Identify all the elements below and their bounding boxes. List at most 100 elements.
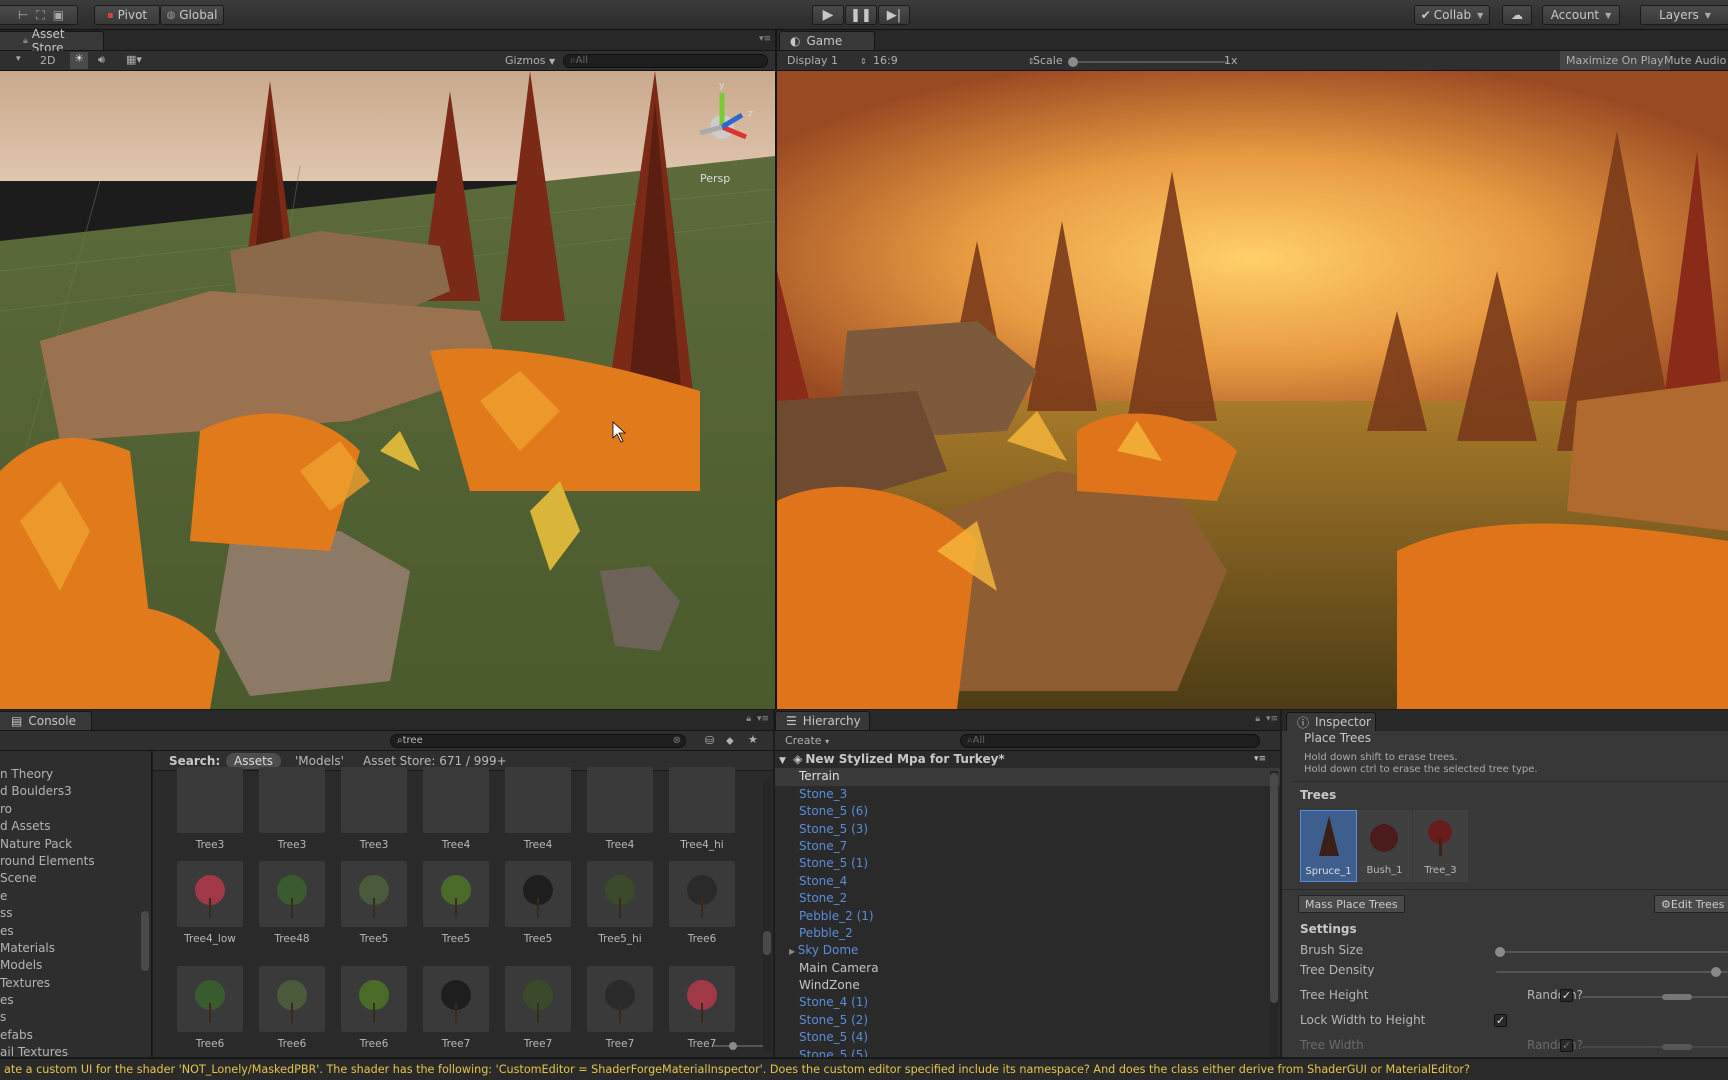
asset-item[interactable]: Tree7 — [423, 966, 489, 1050]
hierarchy-item[interactable]: Stone_4 — [775, 873, 1280, 890]
asset-item[interactable]: Tree5 — [341, 861, 407, 945]
scene-header-row[interactable]: ▼ ◈ New Stylized Mpa for Turkey* ▾≡ — [775, 751, 1280, 768]
folder-item[interactable]: es — [0, 992, 151, 1009]
asset-item[interactable]: Tree48 — [259, 861, 325, 945]
folder-item[interactable]: Textures — [0, 975, 151, 992]
hierarchy-item[interactable]: Stone_5 (1) — [775, 855, 1280, 872]
hierarchy-scrollbar-track[interactable] — [1270, 771, 1278, 1057]
scale-slider[interactable] — [1068, 57, 1228, 67]
persp-label[interactable]: Persp — [700, 172, 730, 185]
folder-item[interactable]: e — [0, 888, 151, 905]
view-splitter[interactable] — [775, 30, 777, 710]
filter-label-icon[interactable]: ⬥ — [726, 734, 734, 748]
scene-view[interactable]: y z Persp — [0, 71, 775, 709]
hierarchy-item[interactable]: ▶ Sky Dome — [775, 942, 1280, 959]
panel-menu-icon[interactable]: ▾≡ — [757, 714, 769, 724]
asset-item[interactable]: Tree3 — [259, 767, 325, 851]
thumbnail-size-slider[interactable] — [713, 1042, 763, 1050]
tree-type-tree3[interactable]: Tree_3 — [1413, 810, 1468, 882]
folder-item[interactable]: s — [0, 1009, 151, 1026]
asset-scrollbar-thumb[interactable] — [763, 931, 771, 955]
filter-models-button[interactable]: 'Models' — [295, 754, 344, 768]
expand-arrow-icon[interactable]: ▶ — [789, 947, 798, 956]
edit-trees-button[interactable]: ⚙Edit Trees — [1654, 895, 1728, 913]
asset-item[interactable]: Tree6 — [341, 966, 407, 1050]
maximize-on-play-toggle[interactable]: Maximize On Play — [1560, 51, 1670, 70]
hierarchy-item[interactable]: Stone_5 (6) — [775, 803, 1280, 820]
hierarchy-item[interactable]: Main Camera — [775, 960, 1280, 977]
asset-item[interactable]: Tree4_hi — [669, 767, 735, 851]
folder-item[interactable]: n Theory — [0, 766, 151, 783]
panel-menu-icon[interactable]: ▾≡ — [1266, 714, 1278, 724]
asset-scrollbar-track[interactable] — [763, 781, 771, 1051]
mute-audio-toggle[interactable]: Mute Audio — [1658, 54, 1726, 67]
step-button[interactable]: ▶| — [878, 5, 910, 25]
folder-item[interactable]: d Boulders3 — [0, 783, 151, 800]
scene-menu-icon[interactable]: ▾≡ — [1254, 751, 1266, 768]
hierarchy-item[interactable]: Stone_5 (5) — [775, 1047, 1280, 1057]
rect-tool-icon[interactable]: ⊢ — [18, 8, 28, 22]
pivot-button[interactable]: ▪ Pivot — [94, 5, 160, 25]
brush-size-slider[interactable] — [1495, 947, 1728, 957]
pause-button[interactable]: ❚❚ — [845, 5, 877, 25]
hierarchy-search-input[interactable]: ⌕All — [960, 734, 1260, 748]
asset-item[interactable]: Tree3 — [177, 767, 243, 851]
tab-inspector[interactable]: ⓘ Inspector — [1286, 712, 1376, 731]
rect-transform-icon[interactable]: ▣ — [53, 8, 64, 22]
tab-hierarchy[interactable]: ☰ Hierarchy — [775, 711, 870, 730]
hierarchy-item[interactable]: Stone_5 (3) — [775, 821, 1280, 838]
folder-item[interactable]: es — [0, 923, 151, 940]
hierarchy-item[interactable]: Stone_5 (4) — [775, 1029, 1280, 1046]
lighting-toggle-icon[interactable]: ☀ — [70, 52, 88, 69]
tab-game[interactable]: ◐ Game — [779, 31, 875, 50]
asset-item[interactable]: Tree4_low — [177, 861, 243, 945]
asset-item[interactable]: Tree6 — [669, 861, 735, 945]
hierarchy-item[interactable]: Stone_5 (2) — [775, 1012, 1280, 1029]
cloud-button[interactable]: ☁ — [1502, 5, 1532, 25]
brush-size-knob[interactable] — [1495, 947, 1505, 957]
game-view[interactable] — [777, 71, 1728, 709]
create-dropdown[interactable]: Create ▾ — [785, 734, 829, 747]
tree-density-knob[interactable] — [1711, 967, 1722, 977]
collab-dropdown[interactable]: ✔ Collab ▼ — [1414, 5, 1490, 25]
lock-width-checkbox[interactable]: ✓ — [1494, 1014, 1507, 1027]
tree-height-range-slider[interactable] — [1582, 994, 1728, 1000]
play-button[interactable]: ▶ — [812, 5, 844, 25]
asset-item[interactable]: Tree5 — [423, 861, 489, 945]
hierarchy-item[interactable]: Stone_4 (1) — [775, 994, 1280, 1011]
filter-type-icon[interactable]: ⛁ — [705, 734, 714, 747]
lock-icon[interactable]: 🔒︎ — [1255, 714, 1260, 724]
hierarchy-item[interactable]: Stone_7 — [775, 838, 1280, 855]
hierarchy-item[interactable]: WindZone — [775, 977, 1280, 994]
folder-item[interactable]: d Assets — [0, 818, 151, 835]
shading-mode-dropdown[interactable]: ▾ — [16, 54, 21, 64]
gizmos-dropdown[interactable]: Gizmos ▼ — [505, 54, 555, 67]
folder-item[interactable]: Materials — [0, 940, 151, 957]
favorite-star-icon[interactable]: ★ — [748, 733, 758, 746]
hierarchy-item[interactable]: Terrain — [775, 768, 1280, 786]
folder-item[interactable]: ro — [0, 801, 151, 818]
audio-toggle-icon[interactable]: 🔊︎ — [98, 53, 105, 67]
folder-item[interactable]: Scene — [0, 870, 151, 887]
scale-tool-icon[interactable]: ⛶ — [36, 8, 44, 23]
hierarchy-item[interactable]: Stone_2 — [775, 890, 1280, 907]
project-search-input[interactable]: ⌕tree ⊗ — [390, 734, 686, 748]
folder-item[interactable]: ss — [0, 905, 151, 922]
asset-item[interactable]: Tree6 — [259, 966, 325, 1050]
panel-menu-icon[interactable]: ▾≡ — [759, 34, 771, 44]
tree-height-random-checkbox[interactable]: ✓ — [1560, 989, 1573, 1002]
aspect-dropdown[interactable]: 16:9 ⇕ — [873, 54, 1034, 67]
hierarchy-item[interactable]: Stone_3 — [775, 786, 1280, 803]
asset-item[interactable]: Tree4 — [423, 767, 489, 851]
folder-scrollbar[interactable] — [141, 911, 149, 971]
lock-icon[interactable]: 🔒︎ — [746, 714, 751, 724]
tree-density-slider[interactable] — [1496, 967, 1728, 977]
effects-toggle-icon[interactable]: ▦▾ — [126, 53, 142, 66]
hierarchy-item[interactable]: Pebble_2 (1) — [775, 908, 1280, 925]
tree-height-range-handle[interactable] — [1662, 994, 1692, 1000]
tree-type-spruce[interactable]: Spruce_1 — [1300, 810, 1357, 882]
asset-item[interactable]: Tree4 — [505, 767, 571, 851]
asset-store-count[interactable]: Asset Store: 671 / 999+ — [363, 754, 507, 768]
console-status-bar[interactable]: ate a custom UI for the shader 'NOT_Lone… — [0, 1058, 1728, 1080]
folder-item[interactable]: Nature Pack — [0, 836, 151, 853]
